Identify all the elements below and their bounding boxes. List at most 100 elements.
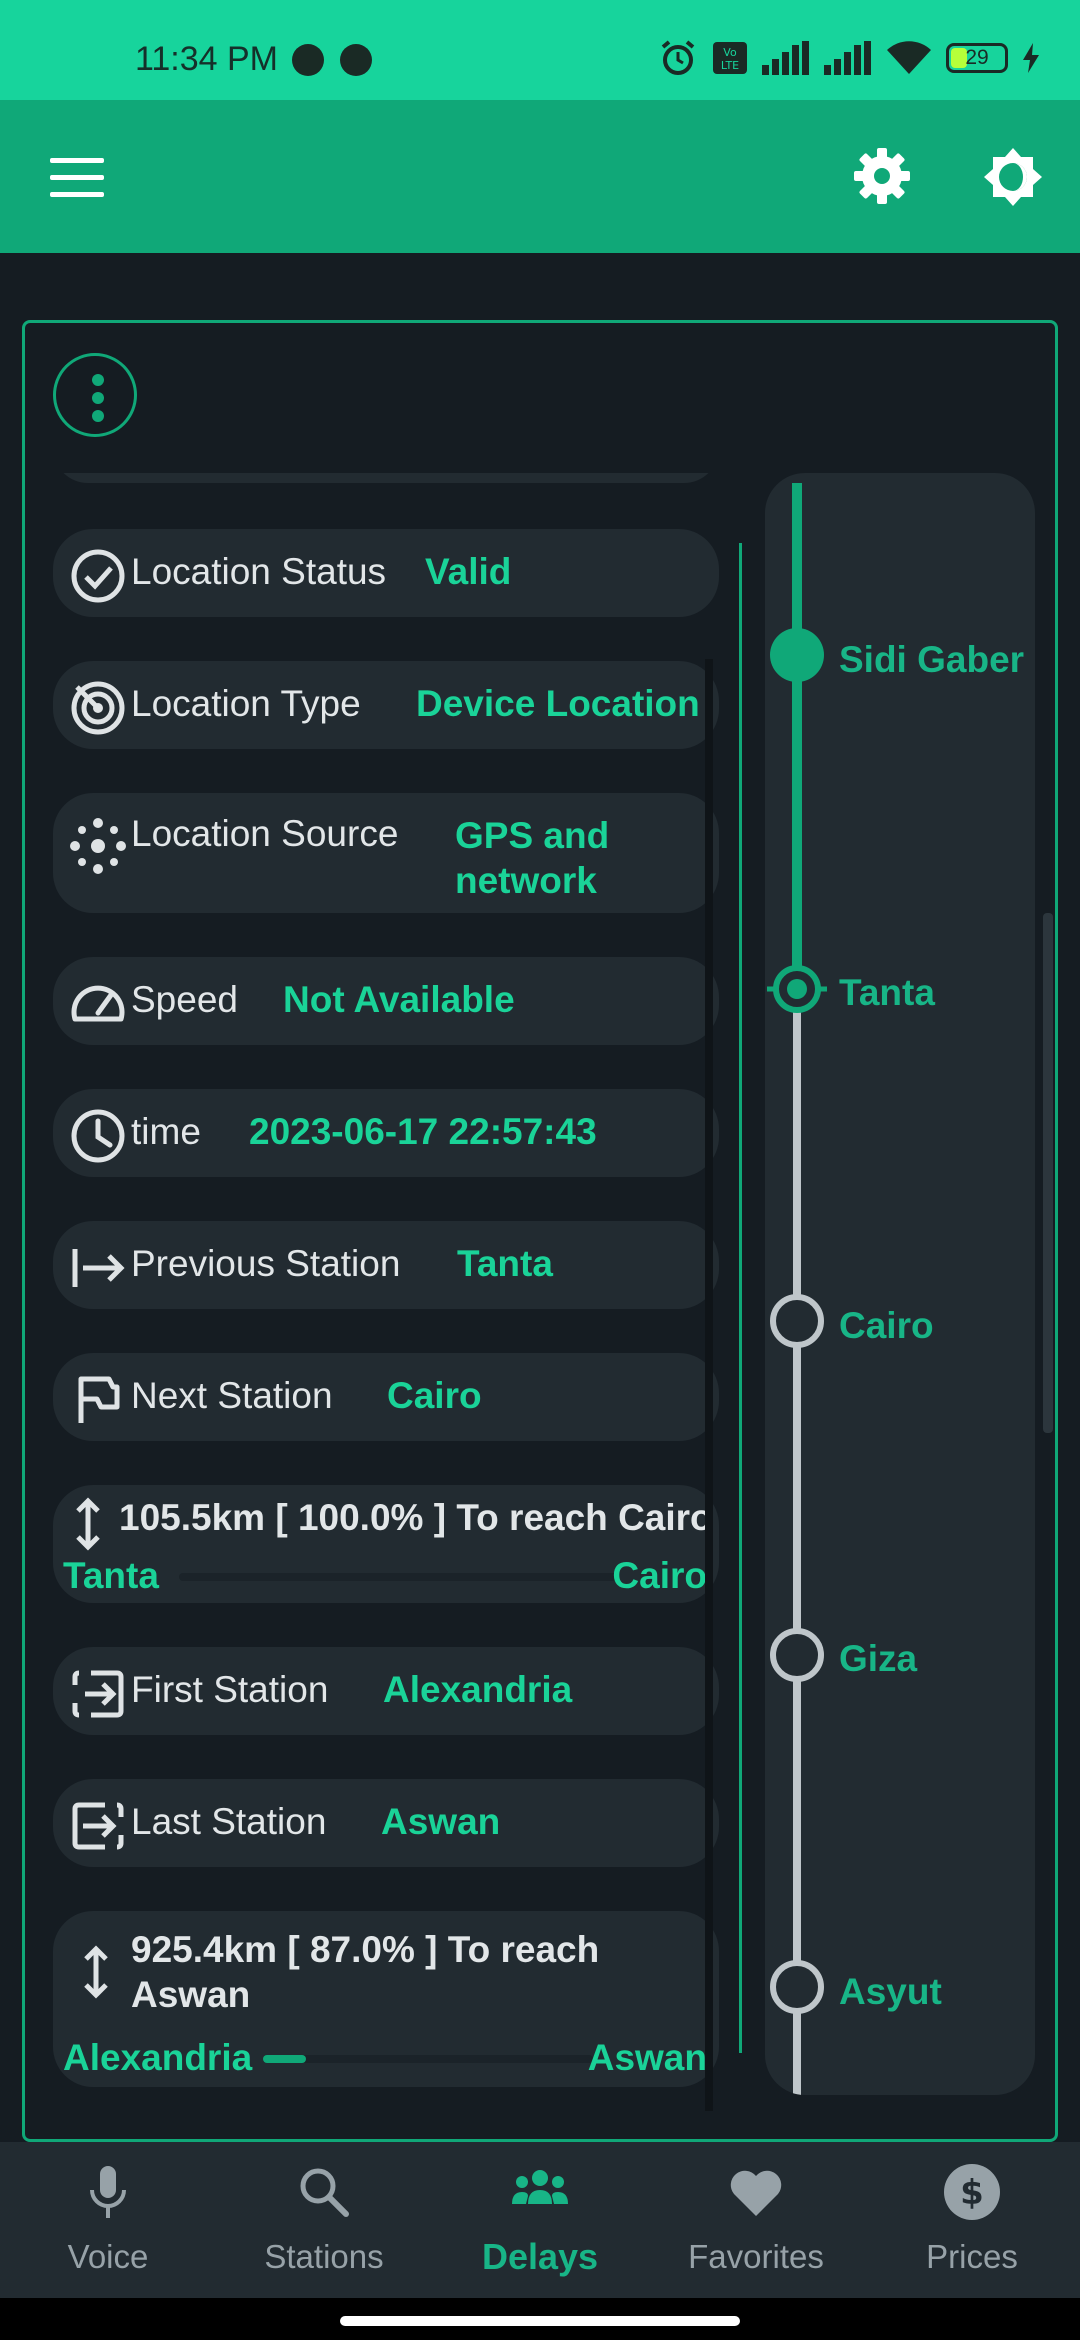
progress-title: 925.4km [ 87.0% ] To reach Aswan [131,1929,600,2015]
station-dot-passed [770,628,824,682]
info-list[interactable]: Location Status Valid Location Type Devi… [53,473,745,2129]
station-dot-upcoming [770,1960,824,2014]
timeline-station[interactable]: Asyut [839,1971,942,2013]
route-timeline[interactable]: Sidi Gaber Tanta Cairo Giza Asyut [765,473,1035,2095]
timeline-station[interactable]: Cairo [839,1305,934,1347]
scrollbar[interactable] [705,659,713,2111]
progress-from: Tanta [63,1555,159,1596]
info-value: Aswan [381,1801,501,1842]
volte-icon: VoLTE [713,42,747,74]
info-value: Not Available [283,979,515,1020]
svg-text:LTE: LTE [721,59,739,72]
app-notification-icon [340,44,372,76]
next-station-row: Next Station Cairo [53,1353,719,1441]
info-value: Tanta [457,1243,553,1284]
nav-stations[interactable]: Stations [216,2142,432,2298]
more-options-button[interactable] [53,353,137,437]
vertical-arrows-icon [84,1945,108,1999]
location-status-row: Location Status Valid [53,529,719,617]
gps-dots-icon [70,818,126,874]
train-info-card: Location Status Valid Location Type Devi… [22,320,1058,2142]
info-label: Location Type [131,683,361,724]
info-value: 2023-06-17 22:57:43 [249,1111,597,1152]
info-value: Valid [425,551,512,592]
location-source-row: Location Source GPS and network [53,793,719,913]
info-label: time [131,1111,201,1152]
vertical-arrows-icon [76,1497,100,1551]
station-dot-upcoming [770,1628,824,1682]
info-value: Cairo [387,1375,482,1416]
first-station-row: First Station Alexandria [53,1647,719,1735]
next-station-progress: 105.5km [ 100.0% ] To reach Cairo Tanta … [53,1485,719,1603]
theme-toggle-button[interactable] [982,146,1044,208]
timeline-station[interactable]: Tanta [839,972,935,1014]
progress-from: Alexandria [63,2037,253,2078]
nav-label: Stations [264,2238,384,2275]
speedometer-icon [71,985,125,1022]
group-icon [512,2170,568,2204]
speed-row: Speed Not Available [53,957,719,1045]
home-indicator[interactable] [340,2316,740,2326]
info-label: Location Status [131,551,387,592]
progress-to: Aswan [587,2037,707,2078]
arrow-right-bar-icon [72,1249,125,1287]
login-icon [72,1670,124,1718]
menu-icon [50,158,104,163]
battery-level: 29 [965,46,989,69]
signal-icon [762,41,809,75]
menu-button[interactable] [50,158,104,198]
info-value: GPS and network [455,815,610,901]
last-station-row: Last Station Aswan [53,1779,719,1867]
wifi-icon [887,41,931,74]
progress-bar [179,1573,619,1581]
info-value: Alexandria [383,1669,573,1710]
gesture-bar [0,2298,1080,2340]
nav-label: Prices [926,2238,1018,2275]
clock-icon [71,1109,125,1163]
info-label: Previous Station [131,1243,401,1284]
battery-icon: 29 [946,43,1008,73]
microphone-icon [90,2166,126,2218]
logout-icon [72,1802,124,1850]
app-bar [0,100,1080,253]
bottom-navigation: Voice Stations Delays Favorites $ Prices [0,2142,1080,2298]
progress-bar [263,2055,593,2063]
flag-icon [78,1376,120,1423]
timeline-station[interactable]: Sidi Gaber [839,639,1024,681]
status-time: 11:34 PM [135,40,279,78]
timeline-station[interactable]: Giza [839,1638,917,1680]
check-circle-icon [71,549,125,603]
dollar-circle-icon: $ [944,2164,1000,2220]
station-dot-current [767,965,827,1013]
info-label: Location Source [131,813,399,854]
charging-icon [1023,43,1039,73]
nav-favorites[interactable]: Favorites [648,2142,864,2298]
signal-icon [824,41,871,75]
total-trip-progress: 925.4km [ 87.0% ] To reach Aswan Alexand… [53,1911,719,2087]
nav-prices[interactable]: $ Prices [864,2142,1080,2298]
nav-label: Favorites [688,2238,824,2275]
progress-to: Cairo [612,1555,707,1596]
heart-icon [730,2170,782,2216]
settings-button[interactable] [852,146,912,206]
svg-text:Vo: Vo [723,46,737,59]
nav-label: Voice [67,2238,149,2275]
previous-station-row: Previous Station Tanta [53,1221,719,1309]
search-icon [300,2168,349,2217]
info-label: Speed [131,979,238,1020]
timeline-scrollbar[interactable] [1043,913,1053,1433]
nav-voice[interactable]: Voice [0,2142,216,2298]
nav-delays[interactable]: Delays [432,2142,648,2298]
status-bar: 11:34 PM Vo LTE 29 [0,0,1080,100]
info-label: Next Station [131,1375,333,1416]
divider [739,543,742,2053]
nav-label: Delays [481,2236,599,2277]
timeline-track [792,483,802,2095]
station-dot-upcoming [770,1294,824,1348]
alarm-icon [661,40,695,75]
app-notification-icon [292,44,324,76]
info-value: Device Location [416,683,700,724]
info-label: Last Station [131,1801,327,1842]
svg-text:$: $ [960,2173,984,2213]
progress-title: 105.5km [ 100.0% ] To reach Cairo [119,1497,713,1538]
